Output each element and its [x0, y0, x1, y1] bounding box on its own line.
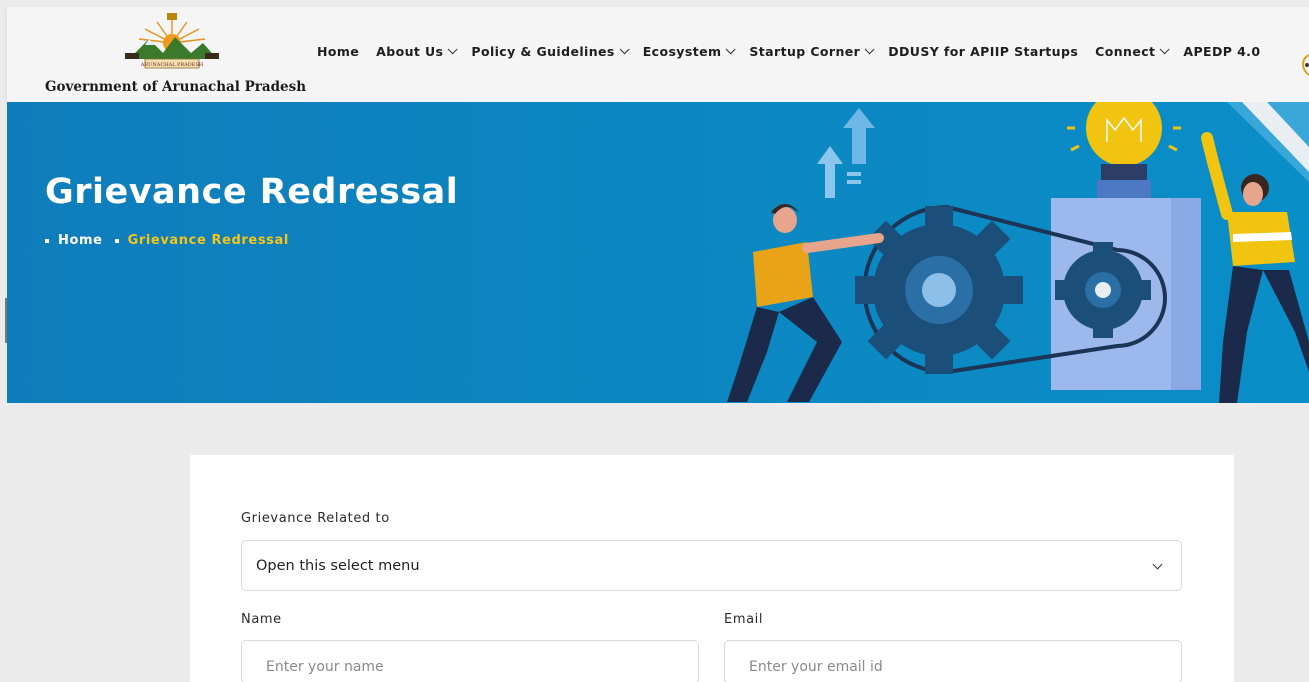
grievance-related-label: Grievance Related to [241, 511, 390, 526]
page: ARUNACHAL PRADESH Government of Arunacha… [0, 0, 1309, 682]
nav-label: Policy & Guidelines [471, 44, 615, 59]
side-tab-handle[interactable] [5, 298, 9, 343]
breadcrumb-bullet [114, 238, 119, 243]
nav-label: DDUSY for APIIP Startups [888, 44, 1079, 59]
grievance-form-card: Grievance Related to Open this select me… [190, 455, 1234, 682]
nav-item-startup-corner[interactable]: Startup Corner [749, 44, 875, 59]
breadcrumb-bullet [45, 238, 49, 243]
chevron-down-icon [448, 44, 458, 55]
svg-text:ARUNACHAL PRADESH: ARUNACHAL PRADESH [140, 62, 204, 68]
logo-text: Government of Arunachal Pradesh [45, 79, 307, 95]
email-input[interactable] [724, 640, 1182, 682]
chevron-down-icon [864, 44, 875, 55]
grievance-related-select[interactable]: Open this select menu [241, 540, 1182, 591]
name-input[interactable] [241, 640, 699, 682]
chevron-down-icon [619, 44, 630, 55]
nav-label: Startup Corner [749, 44, 861, 59]
nav-item-ecosystem[interactable]: Ecosystem [642, 44, 736, 59]
site-header: ARUNACHAL PRADESH Government of Arunacha… [7, 7, 1309, 102]
page-title: Grievance Redressal [45, 172, 459, 212]
chevron-down-icon [1152, 559, 1163, 570]
nav-label: APEDP 4.0 [1183, 44, 1261, 59]
breadcrumb-home-link[interactable]: Home [58, 233, 103, 248]
main-nav: Home About Us Policy & Guidelines Ecosys… [317, 44, 1277, 59]
state-emblem-icon: ARUNACHAL PRADESH [125, 13, 219, 69]
nav-item-about-us[interactable]: About Us [376, 44, 458, 59]
nav-item-policy-guidelines[interactable]: Policy & Guidelines [471, 44, 630, 59]
nav-item-ddusy[interactable]: DDUSY for APIIP Startups [888, 44, 1078, 59]
nav-label: Home [317, 44, 360, 59]
breadcrumb: Home Grievance Redressal [45, 233, 289, 248]
breadcrumb-current: Grievance Redressal [127, 233, 289, 248]
nav-label: Ecosystem [642, 44, 722, 59]
site-logo[interactable]: ARUNACHAL PRADESH Government of Arunacha… [45, 13, 310, 97]
nav-item-home[interactable]: Home [317, 44, 359, 59]
nav-item-connect[interactable]: Connect [1095, 44, 1170, 59]
nav-label: Connect [1095, 44, 1156, 59]
nav-label: About Us [376, 44, 444, 59]
email-label: Email [724, 612, 764, 627]
chevron-down-icon [726, 44, 736, 55]
nav-item-apedp[interactable]: APEDP 4.0 [1183, 44, 1260, 59]
chevron-down-icon [1160, 44, 1170, 55]
page-banner: Grievance Redressal Home Grievance Redre… [7, 102, 1309, 403]
name-label: Name [241, 612, 282, 627]
partner-logo-icon [1302, 54, 1309, 76]
select-value: Open this select menu [256, 558, 420, 574]
teamwork-gears-illustration [727, 102, 1309, 403]
